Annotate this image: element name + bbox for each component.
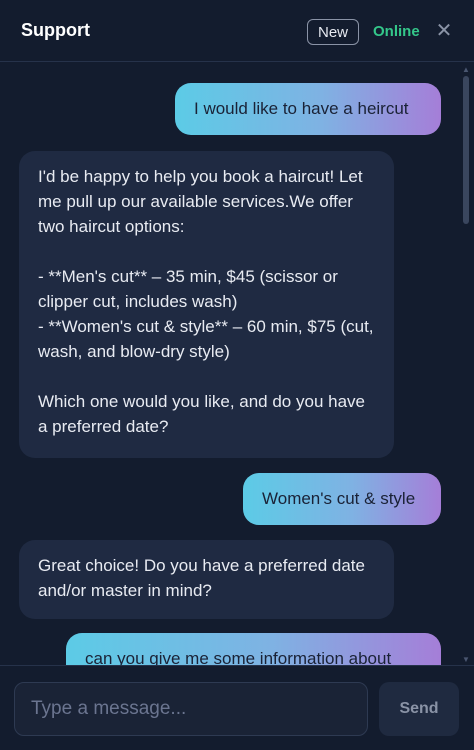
- send-button[interactable]: Send: [379, 682, 459, 736]
- status-online-label: Online: [373, 23, 420, 40]
- assistant-message: Great choice! Do you have a preferred da…: [19, 540, 394, 619]
- message-list[interactable]: I would like to have a heircut I'd be ha…: [0, 62, 474, 665]
- header-title: Support: [21, 20, 90, 40]
- close-icon[interactable]: ✕: [435, 20, 453, 42]
- scrollbar[interactable]: ▲ ▼: [462, 66, 470, 664]
- new-chat-button[interactable]: New: [307, 19, 359, 45]
- message-input[interactable]: [14, 682, 368, 736]
- composer: Send: [0, 665, 474, 750]
- scroll-down-arrow-icon[interactable]: ▼: [462, 656, 470, 664]
- user-message: I would like to have a heircut: [175, 83, 441, 135]
- scroll-up-arrow-icon[interactable]: ▲: [462, 66, 470, 74]
- assistant-message: I'd be happy to help you book a haircut!…: [19, 151, 394, 458]
- scrollbar-thumb[interactable]: [463, 76, 469, 224]
- user-message: Women's cut & style: [243, 473, 441, 525]
- chat-header: Support New Online ✕: [0, 0, 474, 62]
- user-message: can you give me some information about: [66, 633, 441, 665]
